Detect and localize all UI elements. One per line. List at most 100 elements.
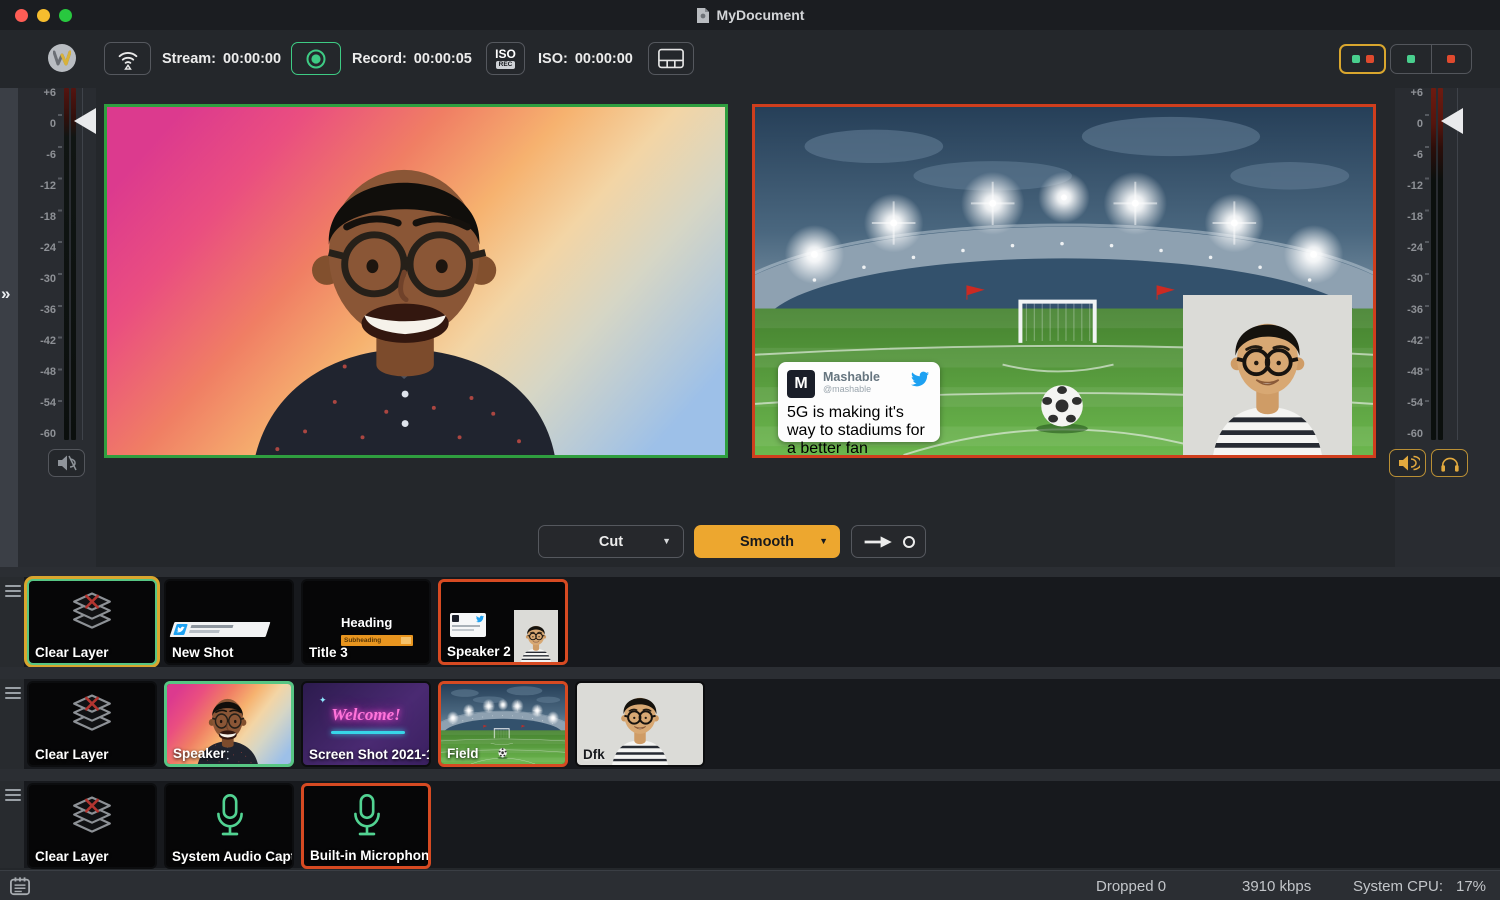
iso-time: 00:00:00	[575, 51, 633, 67]
tweet-overlay: M Mashable @mashable 5G is making it's w…	[778, 362, 940, 442]
live-audio-button[interactable]	[1389, 449, 1426, 477]
shot-title-3[interactable]: Heading Subheading Title 3	[301, 579, 431, 665]
view-live-button[interactable]	[1432, 45, 1472, 73]
meter-tick-label: -6	[20, 150, 56, 161]
layer-drag-handle[interactable]	[5, 687, 21, 702]
transition-cut-dropdown[interactable]: Cut ▼	[538, 525, 684, 558]
mini-tweet-card	[450, 613, 486, 637]
speaker-icon	[1396, 453, 1420, 473]
meter-tick-label: -30	[1395, 274, 1423, 285]
tweet-handle: @mashable	[823, 384, 909, 394]
clear-layer-icon	[66, 587, 118, 639]
go-circle-icon	[903, 536, 915, 548]
live-square-icon	[1366, 55, 1374, 63]
record-button[interactable]	[291, 42, 341, 75]
shot-screenshot[interactable]: ✦ Welcome! Screen Shot 2021-1	[301, 681, 431, 767]
iso-rec-badge: REC	[496, 61, 516, 70]
transition-smooth-dropdown[interactable]: Smooth ▼	[694, 525, 840, 558]
preview-mute-button[interactable]	[48, 449, 85, 477]
meter-tick-label: 0	[1395, 119, 1423, 130]
iso-label: ISO:	[538, 51, 568, 67]
shot-label: Speaker 2	[447, 644, 511, 659]
expand-chevron-icon[interactable]: »	[1, 284, 10, 304]
meter-tick-label: -48	[1395, 367, 1423, 378]
shot-label: Dfk	[583, 747, 605, 762]
shot-label: Screen Shot 2021-1	[309, 747, 431, 762]
twitter-icon	[909, 370, 931, 388]
clear-layer-icon	[66, 689, 118, 741]
headphones-icon	[1439, 453, 1461, 473]
record-label: Record:	[352, 51, 407, 67]
clear-layer-icon	[66, 791, 118, 843]
meter-tick-label: -24	[20, 243, 56, 254]
iso-record-button[interactable]: ISO REC	[486, 42, 525, 75]
meter-tick-label: -60	[1395, 429, 1423, 440]
stream-time: 00:00:00	[223, 51, 281, 67]
view-both-button[interactable]	[1339, 44, 1386, 74]
live-canvas[interactable]: M Mashable @mashable 5G is making it's w…	[752, 104, 1376, 458]
shot-clear-layer-3[interactable]: Clear Layer	[27, 783, 157, 869]
cpu-label: System CPU:	[1353, 871, 1443, 900]
meter-tick-label: 0	[20, 119, 56, 130]
go-transition-button[interactable]	[851, 525, 926, 558]
iso-button-text: ISO	[495, 48, 516, 60]
audio-level-bar	[1438, 88, 1443, 440]
record-time: 00:00:05	[414, 51, 472, 67]
audio-level-bar	[64, 88, 69, 440]
status-bar: Dropped 0 3910 kbps System CPU: 17%	[0, 870, 1500, 900]
row-separator	[0, 769, 1500, 781]
shot-builtin-mic[interactable]: Built-in Microphone	[301, 783, 431, 869]
shot-speaker-2[interactable]: Speaker 2	[438, 579, 568, 665]
shot-label: New Shot	[172, 645, 234, 660]
meter-tick-label: -30	[20, 274, 56, 285]
output-display-button[interactable]	[648, 42, 694, 75]
dropped-frames: Dropped 0	[1096, 871, 1166, 900]
meter-tick-label: -18	[1395, 212, 1423, 223]
neon-underline	[331, 731, 405, 734]
title-subheading-banner: Subheading	[341, 635, 413, 646]
stream-button[interactable]	[104, 42, 151, 75]
left-collapse-strip[interactable]: »	[0, 88, 18, 575]
pip-guest-video	[1183, 295, 1352, 455]
live-square-icon	[1447, 55, 1455, 63]
meter-tick-label: -54	[1395, 398, 1423, 409]
right-fader-handle[interactable]	[1441, 108, 1463, 134]
meter-tick-label: -12	[20, 181, 56, 192]
broadcast-wifi-icon	[114, 46, 142, 72]
bitrate: 3910 kbps	[1242, 871, 1311, 900]
layer-drag-handle[interactable]	[5, 585, 21, 600]
meter-tick-label: -42	[1395, 336, 1423, 347]
left-fader-handle[interactable]	[74, 108, 96, 134]
chevron-down-icon: ▼	[662, 537, 671, 546]
layer-drag-handle[interactable]	[5, 789, 21, 804]
meter-tick-label: -18	[20, 212, 56, 223]
tweet-author: Mashable	[823, 370, 909, 384]
document-icon	[696, 7, 710, 24]
preview-square-icon	[1407, 55, 1415, 63]
preview-canvas[interactable]	[104, 104, 728, 458]
layer-2-gutter	[0, 679, 24, 769]
title-subheading-text: Subheading	[341, 637, 401, 644]
go-arrow-icon	[863, 535, 895, 549]
left-audio-meter-panel: +6 0 -6 -12 -18 -24 -30 -36 -42 -48 -54 …	[18, 88, 96, 575]
wirecast-logo	[48, 44, 76, 72]
stream-label: Stream:	[162, 51, 216, 67]
monitor-audio-button[interactable]	[1431, 449, 1468, 477]
left-meter-scale: +6 0 -6 -12 -18 -24 -30 -36 -42 -48 -54 …	[20, 88, 56, 440]
guest-portrait	[1183, 295, 1352, 455]
shot-dfk[interactable]: Dfk	[575, 681, 705, 767]
meter-tick-label: -54	[20, 398, 56, 409]
view-preview-button[interactable]	[1391, 45, 1432, 73]
shot-new-shot[interactable]: New Shot	[164, 579, 294, 665]
meter-guide-line	[82, 88, 83, 440]
shot-speaker[interactable]: Speaker	[164, 681, 294, 767]
shot-field[interactable]: Field	[438, 681, 568, 767]
right-meter-scale: +6 0 -6 -12 -18 -24 -30 -36 -42 -48 -54 …	[1395, 88, 1423, 440]
shot-system-audio[interactable]: System Audio Captu	[164, 783, 294, 869]
shot-clear-layer-2[interactable]: Clear Layer	[27, 681, 157, 767]
meter-tick-label: +6	[1395, 88, 1423, 99]
shot-clear-layer-1[interactable]: Clear Layer	[27, 579, 157, 665]
notes-icon[interactable]	[8, 876, 32, 896]
welcome-neon-text: Welcome!	[303, 705, 429, 725]
meter-ticks	[1425, 100, 1429, 430]
